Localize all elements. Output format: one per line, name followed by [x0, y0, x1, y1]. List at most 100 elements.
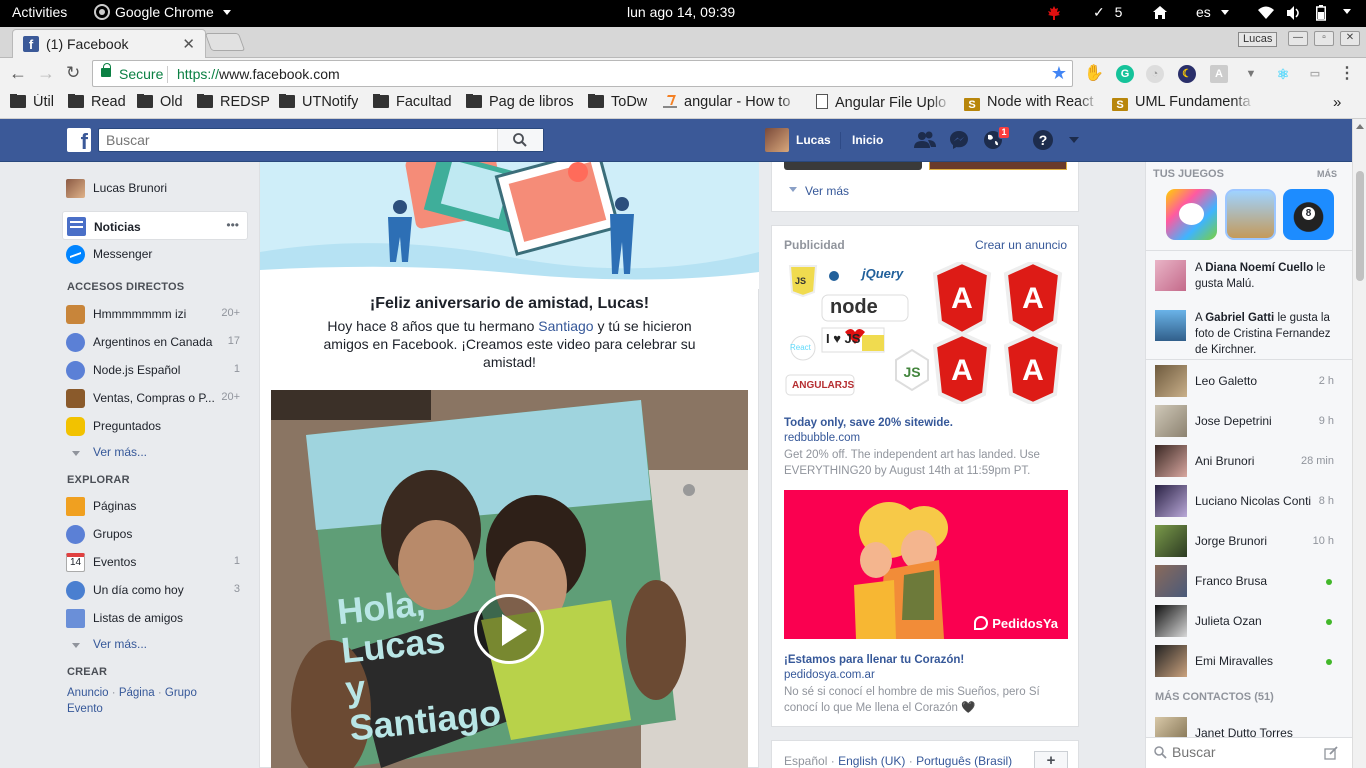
friend-requests-icon[interactable]: [914, 130, 936, 153]
sidebar-item-shortcut[interactable]: Node.js Español 1: [62, 360, 248, 380]
sidebar-item-shortcut[interactable]: Argentinos en Canada 17: [62, 332, 248, 352]
page-scrollbar[interactable]: [1352, 119, 1366, 768]
sidebar-item-groups[interactable]: Grupos: [62, 524, 248, 544]
sidebar-item-friend-lists[interactable]: Listas de amigos: [62, 608, 248, 628]
forward-arrow-icon[interactable]: →: [37, 63, 55, 84]
cast-icon[interactable]: ▭: [1306, 65, 1324, 83]
gnome-extension-icon[interactable]: ✋: [1084, 65, 1104, 83]
game-castle-icon[interactable]: [1225, 189, 1276, 240]
ad-domain[interactable]: redbubble.com: [784, 432, 860, 444]
chat-contact[interactable]: Franco Brusa: [1146, 561, 1346, 601]
add-language-button[interactable]: +: [1034, 751, 1068, 768]
sidebar-item-pages[interactable]: Páginas: [62, 496, 248, 516]
chat-contact[interactable]: Leo Galetto 2 h: [1146, 361, 1346, 401]
maximize-button[interactable]: ▫: [1314, 31, 1334, 46]
profile-chip[interactable]: Lucas: [1238, 32, 1278, 47]
scroll-up-arrow-icon[interactable]: [1356, 124, 1364, 129]
chat-contact[interactable]: Ani Brunori 28 min: [1146, 441, 1346, 481]
tab-facebook[interactable]: f (1) Facebook ✕: [12, 29, 206, 58]
chevron-down-icon[interactable]: [1343, 9, 1351, 14]
compose-icon[interactable]: [1324, 746, 1338, 760]
maple-leaf-icon[interactable]: [1046, 5, 1062, 21]
create-ad-link[interactable]: Anuncio: [67, 687, 109, 699]
sidebar-item-noticias[interactable]: Noticias •••: [62, 211, 248, 240]
video-player[interactable]: Hola, Lucas y Santiago: [271, 390, 748, 768]
ticker-story[interactable]: A Diana Noemí Cuello le gusta Malú.: [1195, 260, 1345, 292]
react-devtools-icon[interactable]: ⚛: [1274, 65, 1292, 83]
font-extension-icon[interactable]: A: [1210, 65, 1228, 83]
back-arrow-icon[interactable]: ←: [9, 63, 27, 84]
menu-icon[interactable]: ⋮: [1338, 65, 1356, 83]
ticker-story[interactable]: A Gabriel Gatti le gusta la foto de Cris…: [1195, 310, 1345, 358]
bookmark-folder[interactable]: Facultad: [373, 94, 452, 114]
bookmark-folder[interactable]: REDSP: [197, 94, 270, 114]
sidebar-item-on-this-day[interactable]: Un día como hoy 3: [62, 580, 248, 600]
new-tab-button[interactable]: [204, 33, 246, 51]
bookmark-link[interactable]: S UML Fundamenta: [1112, 94, 1255, 114]
bookmark-link[interactable]: Angular File Uplo: [816, 94, 952, 114]
bookmark-folder[interactable]: UTNotify: [279, 94, 358, 114]
sidebar-item-profile[interactable]: Lucas Brunori: [62, 178, 248, 198]
grammarly-icon[interactable]: G: [1116, 65, 1134, 83]
create-group-link[interactable]: Grupo: [165, 687, 197, 699]
account-menu-chevron-icon[interactable]: [1069, 137, 1079, 143]
todo-indicator[interactable]: ✓ 5: [1093, 4, 1122, 21]
home-icon[interactable]: [1152, 5, 1168, 20]
keyboard-language[interactable]: es: [1196, 4, 1229, 20]
sidebar-item-events[interactable]: 14 Eventos 1: [62, 552, 248, 572]
bookmark-link[interactable]: S Node with React: [964, 94, 1100, 114]
profile-link[interactable]: Lucas: [796, 133, 831, 147]
sidebar-item-messenger[interactable]: Messenger: [62, 244, 248, 264]
messenger-icon[interactable]: [949, 130, 969, 153]
see-more-link[interactable]: Ver más...: [93, 637, 147, 651]
chat-contact[interactable]: Julieta Ozan: [1146, 601, 1346, 641]
chat-contact[interactable]: Jose Depetrini 9 h: [1146, 401, 1346, 441]
ad-image-stickers[interactable]: JS A A A A jQuery node React I ♥ JS ANGU…: [784, 259, 1068, 407]
wifi-icon[interactable]: [1258, 6, 1274, 19]
event-thumbnail[interactable]: [929, 162, 1067, 170]
home-link[interactable]: Inicio: [852, 133, 883, 147]
facebook-logo-icon[interactable]: f: [67, 128, 91, 152]
language-link[interactable]: Português (Brasil): [916, 754, 1012, 768]
create-ad-link[interactable]: Crear un anuncio: [975, 238, 1067, 252]
ad-domain[interactable]: pedidosya.com.ar: [784, 669, 875, 681]
volume-icon[interactable]: [1286, 6, 1302, 20]
close-window-button[interactable]: ✕: [1340, 31, 1360, 46]
bookmark-folder[interactable]: ToDw: [588, 94, 647, 114]
chat-search-input[interactable]: [1172, 744, 1322, 760]
bookmark-folder[interactable]: Pag de libros: [466, 94, 574, 114]
create-event-link[interactable]: Evento: [67, 703, 103, 715]
bookmark-star-icon[interactable]: ★: [1051, 63, 1067, 84]
avatar[interactable]: [1155, 260, 1186, 291]
more-options-icon[interactable]: •••: [226, 218, 239, 232]
app-menu[interactable]: Google Chrome: [94, 4, 231, 20]
ad-title[interactable]: ¡Estamos para llenar tu Corazón!: [784, 654, 964, 666]
bookmark-folder[interactable]: Útil: [10, 94, 54, 114]
minimize-button[interactable]: —: [1288, 31, 1308, 46]
vue-devtools-icon[interactable]: ▼: [1242, 65, 1260, 83]
activities-button[interactable]: Activities: [12, 4, 67, 20]
play-button[interactable]: [474, 594, 544, 664]
game-trivia-crack-icon[interactable]: [1166, 189, 1217, 240]
bookmark-folder[interactable]: Read: [68, 94, 126, 114]
friend-link[interactable]: Santiago: [538, 318, 593, 334]
bookmarks-overflow-button[interactable]: »: [1333, 94, 1341, 114]
games-more-link[interactable]: MÁS: [1317, 169, 1337, 179]
extension-icon[interactable]: ◔: [1146, 65, 1164, 83]
close-tab-icon[interactable]: ✕: [182, 35, 195, 53]
chat-contact[interactable]: Luciano Nicolas Conti 8 h: [1146, 481, 1346, 521]
sidebar-item-shortcut[interactable]: Preguntados: [62, 416, 248, 436]
clock[interactable]: lun ago 14, 09:39: [627, 4, 735, 20]
scrollbar-thumb[interactable]: [1356, 171, 1364, 281]
create-page-link[interactable]: Página: [119, 687, 155, 699]
chat-contact[interactable]: Jorge Brunori 10 h: [1146, 521, 1346, 561]
language-link[interactable]: English (UK): [838, 754, 905, 768]
avatar[interactable]: [765, 128, 789, 152]
avatar[interactable]: [1155, 310, 1186, 341]
battery-icon[interactable]: [1316, 5, 1326, 21]
address-bar[interactable]: Secure https://www.facebook.com ★: [92, 60, 1073, 87]
ad-image-pedidosya[interactable]: PedidosYa: [784, 490, 1068, 639]
game-8-ball-pool-icon[interactable]: 8: [1283, 189, 1334, 240]
sidebar-item-shortcut[interactable]: Hmmmmmmm izi 20+: [62, 304, 248, 324]
moon-extension-icon[interactable]: ☾: [1178, 65, 1196, 83]
